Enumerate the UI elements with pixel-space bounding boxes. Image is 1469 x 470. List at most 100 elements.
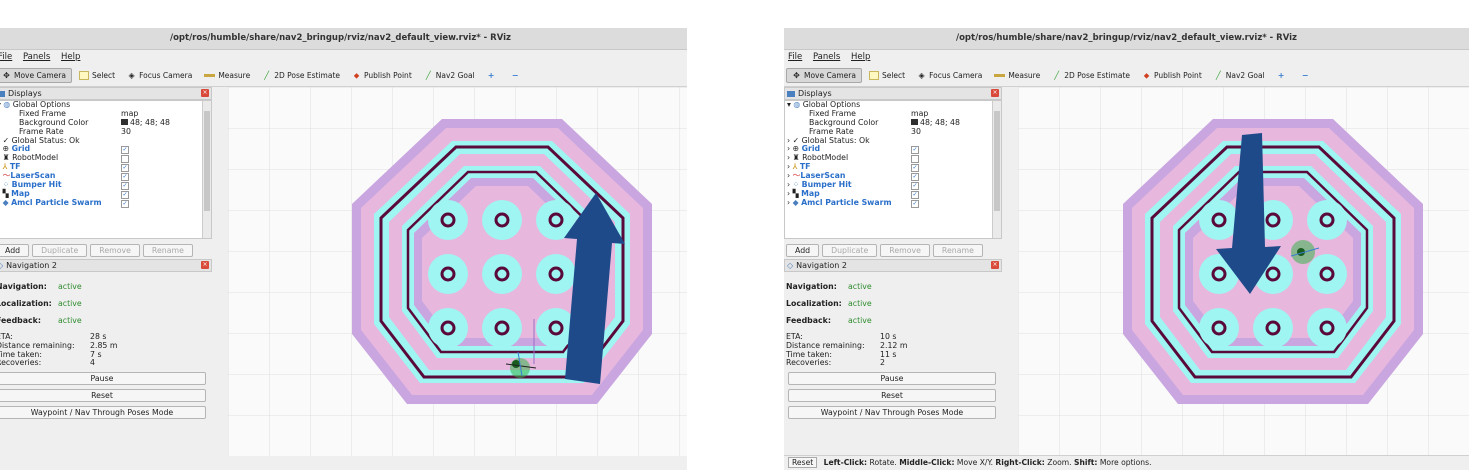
pillars xyxy=(428,200,576,348)
add-tool-button[interactable]: + xyxy=(482,69,504,82)
waypoint-mode-button[interactable]: Waypoint / Nav Through Poses Mode xyxy=(788,406,996,420)
nav2-feedback-info: ETA: 10 s Distance remaining: 2.12 m Time … xyxy=(786,332,908,368)
axes-icon: ⅄ xyxy=(2,162,8,172)
checkbox[interactable] xyxy=(911,155,919,164)
duplicate-display-button[interactable]: Duplicate xyxy=(32,243,88,257)
tool-focus-camera[interactable]: ◈ Focus Camera xyxy=(122,69,197,82)
checkbox[interactable]: ✓ xyxy=(121,199,129,208)
tool-measure[interactable]: Measure xyxy=(199,69,255,82)
menu-panels[interactable]: Panels xyxy=(813,52,840,62)
scrollbar-thumb[interactable] xyxy=(204,111,210,211)
checkbox[interactable]: ✓ xyxy=(121,146,129,155)
checkbox[interactable]: ✓ xyxy=(121,190,129,199)
checkbox[interactable]: ✓ xyxy=(911,164,919,173)
checkbox[interactable] xyxy=(121,155,129,164)
close-icon[interactable]: × xyxy=(991,261,999,269)
dock-splitter[interactable] xyxy=(1004,87,1008,456)
add-tool-button[interactable]: + xyxy=(1272,69,1294,82)
reset-view-button[interactable]: Reset xyxy=(788,457,818,468)
waypoint-mode-button[interactable]: Waypoint / Nav Through Poses Mode xyxy=(0,406,206,420)
focus-camera-icon: ◈ xyxy=(128,70,135,80)
tool-publish-point[interactable]: ⬥ Publish Point xyxy=(1137,69,1207,82)
tool-select[interactable]: Select xyxy=(864,69,910,82)
display-item-robotmodel[interactable]: › ♜ RobotModel xyxy=(0,153,211,164)
menu-file[interactable]: File xyxy=(788,52,802,62)
navigation-status: Navigation: active xyxy=(0,282,82,291)
nav2-title: Navigation 2 xyxy=(6,261,57,270)
window-title: /opt/ros/humble/share/nav2_bringup/rviz/… xyxy=(0,28,687,50)
menu-bar: File Panels Help xyxy=(784,50,1469,64)
3d-viewport[interactable] xyxy=(1018,87,1469,456)
reset-button[interactable]: Reset xyxy=(0,389,206,403)
rename-display-button[interactable]: Rename xyxy=(932,243,983,257)
displays-scrollbar[interactable] xyxy=(992,101,1001,238)
tool-nav2-goal[interactable]: ╱ Nav2 Goal xyxy=(419,69,480,82)
displays-panel-header: Displays × xyxy=(0,87,212,100)
tool-move-camera[interactable]: ✥ Move Camera xyxy=(0,67,72,83)
checkbox[interactable]: ✓ xyxy=(911,199,919,208)
remove-tool-button[interactable]: − xyxy=(506,69,528,82)
menu-help[interactable]: Help xyxy=(851,52,870,62)
navigation-status: Navigation: active xyxy=(786,282,872,291)
checkbox[interactable]: ✓ xyxy=(121,164,129,173)
remove-tool-button[interactable]: − xyxy=(1296,69,1318,82)
pause-button[interactable]: Pause xyxy=(0,372,206,386)
check-icon: ✓ xyxy=(792,135,800,145)
close-icon[interactable]: × xyxy=(201,261,209,269)
nav2-icon: ◇ xyxy=(0,261,4,270)
focus-camera-icon: ◈ xyxy=(918,70,925,80)
displays-panel-header: Displays × xyxy=(784,87,1002,100)
checkbox[interactable]: ✓ xyxy=(911,190,919,199)
tool-select[interactable]: Select xyxy=(74,69,120,82)
menu-help[interactable]: Help xyxy=(61,52,80,62)
scrollbar-thumb[interactable] xyxy=(994,111,1000,211)
checkbox[interactable]: ✓ xyxy=(121,173,129,182)
close-icon[interactable]: × xyxy=(201,89,209,97)
global-status-row[interactable]: › ✓ Global Status: Ok xyxy=(0,135,211,146)
tool-2d-pose-estimate[interactable]: ╱ 2D Pose Estimate xyxy=(257,69,345,82)
nav2-panel: Navigation: active Localization: active Fe… xyxy=(784,272,1002,423)
checkbox[interactable]: ✓ xyxy=(911,146,919,155)
nav2-icon: ◇ xyxy=(787,261,794,270)
rename-display-button[interactable]: Rename xyxy=(142,243,193,257)
display-item-bumper-hit[interactable]: › ⁘ Bumper Hit✓ xyxy=(0,180,211,191)
reset-button[interactable]: Reset xyxy=(788,389,996,403)
map-icon: ▚ xyxy=(2,188,9,198)
display-item-amcl-particle-swarm[interactable]: › ◆ Amcl Particle Swarm✓ xyxy=(0,198,211,208)
dock-splitter[interactable] xyxy=(214,87,218,456)
tool-focus-camera[interactable]: ◈ Focus Camera xyxy=(912,69,987,82)
menu-panels[interactable]: Panels xyxy=(23,52,50,62)
display-item-amcl-particle-swarm[interactable]: › ◆ Amcl Particle Swarm✓ xyxy=(785,198,1001,208)
checkbox[interactable]: ✓ xyxy=(911,173,919,182)
displays-button-row: Add Duplicate Remove Rename xyxy=(0,241,212,259)
add-display-button[interactable]: Add xyxy=(0,243,30,257)
displays-scrollbar[interactable] xyxy=(202,101,211,238)
tool-move-camera[interactable]: ✥ Move Camera xyxy=(786,67,862,83)
checkbox[interactable]: ✓ xyxy=(121,182,129,191)
tool-2d-pose-estimate[interactable]: ╱ 2D Pose Estimate xyxy=(1047,69,1135,82)
checkbox[interactable]: ✓ xyxy=(911,182,919,191)
tool-nav2-goal[interactable]: ╱ Nav2 Goal xyxy=(1209,69,1270,82)
remove-display-button[interactable]: Remove xyxy=(880,243,930,257)
displays-tree: ▾ ◍ Global Options Fixed Framemap Backgr… xyxy=(784,100,1002,239)
feedback-status: Feedback: active xyxy=(0,316,82,325)
display-item-robotmodel[interactable]: › ♜ RobotModel xyxy=(785,153,1001,164)
add-display-button[interactable]: Add xyxy=(786,243,820,257)
remove-display-button[interactable]: Remove xyxy=(90,243,140,257)
menu-file[interactable]: File xyxy=(0,52,12,62)
close-icon[interactable]: × xyxy=(991,89,999,97)
duplicate-display-button[interactable]: Duplicate xyxy=(822,243,878,257)
recoveries-value: 2 xyxy=(880,358,885,368)
grid-icon: ⊕ xyxy=(792,144,800,154)
ruler-icon xyxy=(994,73,1006,77)
select-icon xyxy=(78,70,89,80)
pose-estimate-icon: ╱ xyxy=(1054,70,1060,80)
tool-publish-point[interactable]: ⬥ Publish Point xyxy=(347,69,417,82)
displays-tree: ▾ ◍ Global Options Fixed Framemap Backgr… xyxy=(0,100,212,239)
tool-measure[interactable]: Measure xyxy=(989,69,1045,82)
3d-viewport[interactable] xyxy=(228,87,687,456)
map-pin-icon: ⬥ xyxy=(353,70,360,80)
pause-button[interactable]: Pause xyxy=(788,372,996,386)
window-title: /opt/ros/humble/share/nav2_bringup/rviz/… xyxy=(784,28,1469,50)
check-icon: ✓ xyxy=(2,135,10,145)
